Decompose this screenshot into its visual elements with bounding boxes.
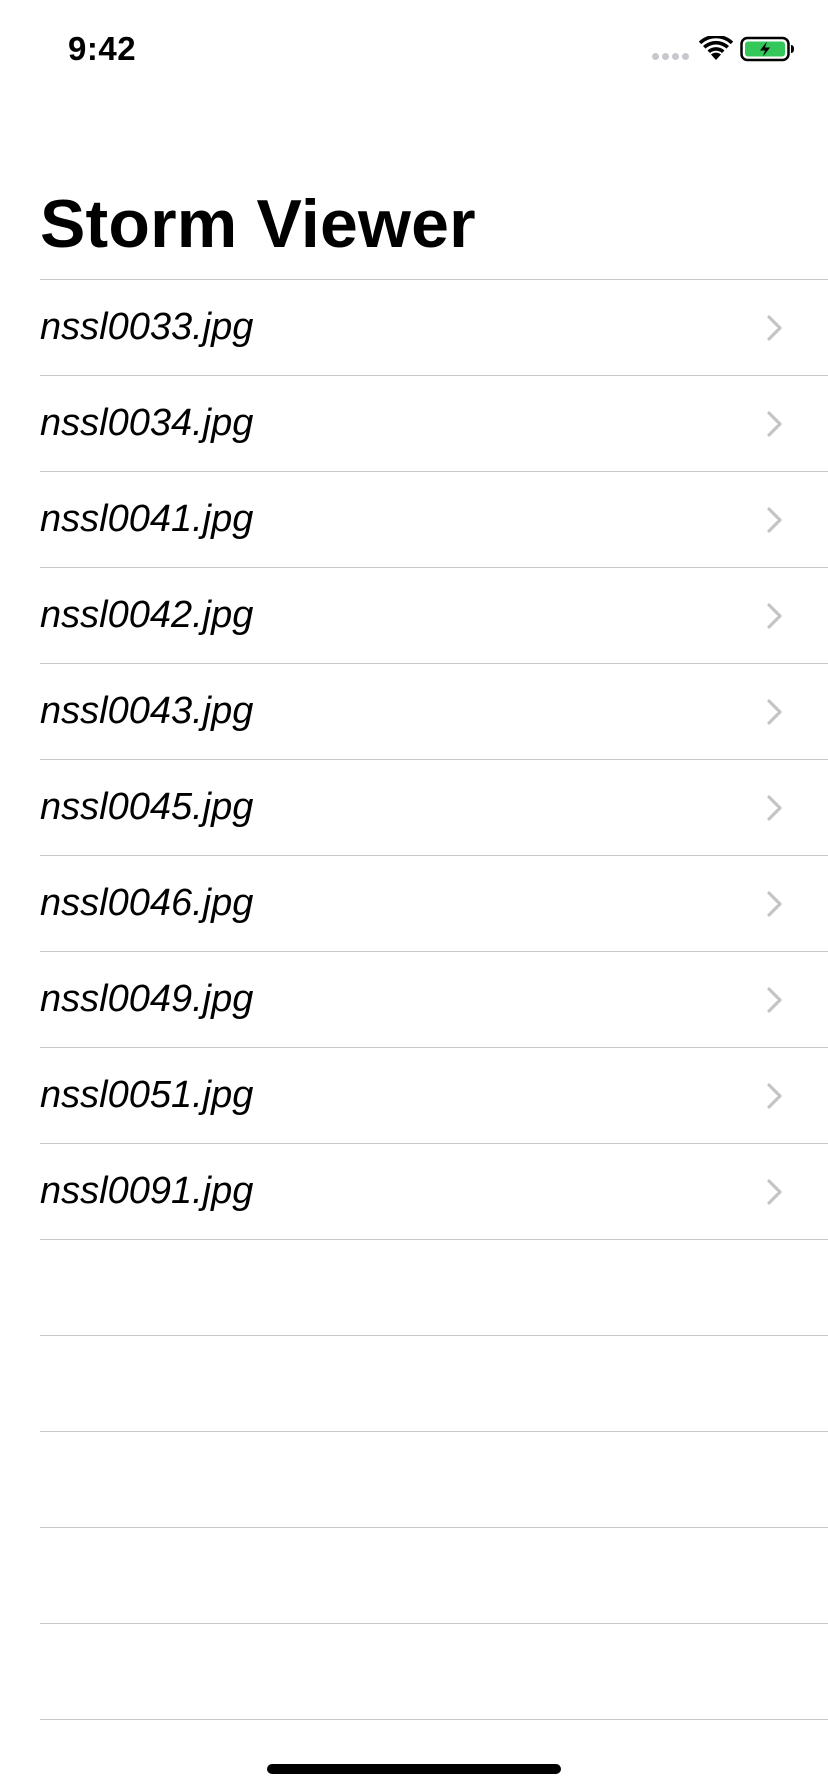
table-row[interactable]: nssl0051.jpg [0, 1048, 828, 1144]
row-label: nssl0049.jpg [40, 978, 254, 1020]
chevron-right-icon [767, 891, 782, 917]
table-row[interactable]: nssl0091.jpg [0, 1144, 828, 1240]
row-label: nssl0043.jpg [40, 690, 254, 732]
empty-table-row [0, 1240, 828, 1336]
table-row[interactable]: nssl0041.jpg [0, 472, 828, 568]
row-label: nssl0033.jpg [40, 306, 254, 348]
chevron-right-icon [767, 507, 782, 533]
chevron-right-icon [767, 603, 782, 629]
chevron-right-icon [767, 411, 782, 437]
empty-table-row [0, 1528, 828, 1624]
chevron-right-icon [767, 315, 782, 341]
row-label: nssl0041.jpg [40, 498, 254, 540]
page-title: Storm Viewer [40, 186, 476, 262]
status-bar: 9:42 [0, 0, 828, 100]
cellular-signal-icon [652, 53, 689, 60]
table-row[interactable]: nssl0034.jpg [0, 376, 828, 472]
row-label: nssl0091.jpg [40, 1170, 254, 1212]
picture-list: nssl0033.jpg nssl0034.jpg nssl0041.jpg n… [0, 280, 828, 1720]
empty-table-row [0, 1336, 828, 1432]
empty-table-row [0, 1432, 828, 1528]
chevron-right-icon [767, 699, 782, 725]
row-label: nssl0042.jpg [40, 594, 254, 636]
battery-charging-icon [740, 36, 794, 62]
row-label: nssl0045.jpg [40, 786, 254, 828]
wifi-icon [698, 36, 734, 60]
table-row[interactable]: nssl0046.jpg [0, 856, 828, 952]
table-row[interactable]: nssl0042.jpg [0, 568, 828, 664]
row-label: nssl0046.jpg [40, 882, 254, 924]
chevron-right-icon [767, 1179, 782, 1205]
row-label: nssl0051.jpg [40, 1074, 254, 1116]
row-divider [40, 1719, 828, 1720]
status-time: 9:42 [68, 30, 137, 67]
table-row[interactable]: nssl0049.jpg [0, 952, 828, 1048]
table-row[interactable]: nssl0033.jpg [0, 280, 828, 376]
chevron-right-icon [767, 987, 782, 1013]
table-row[interactable]: nssl0045.jpg [0, 760, 828, 856]
row-label: nssl0034.jpg [40, 402, 254, 444]
empty-table-row [0, 1624, 828, 1720]
table-row[interactable]: nssl0043.jpg [0, 664, 828, 760]
home-indicator[interactable] [267, 1764, 561, 1774]
chevron-right-icon [767, 795, 782, 821]
chevron-right-icon [767, 1083, 782, 1109]
